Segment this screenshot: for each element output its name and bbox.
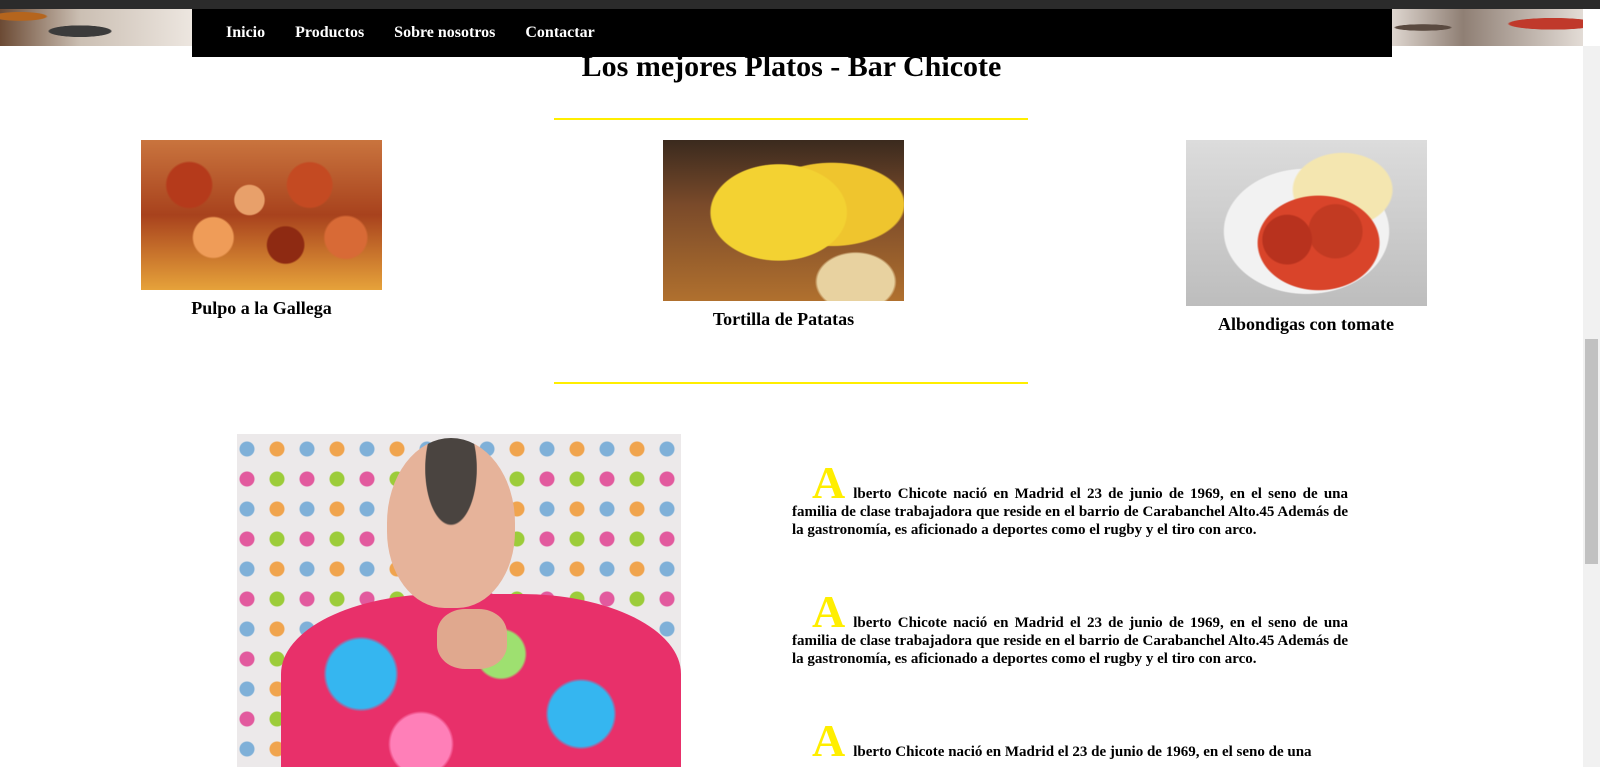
bio-text: lberto Chicote nació en Madrid el 23 de … <box>792 615 1348 667</box>
chef-hand <box>437 609 507 669</box>
nav-link-contactar[interactable]: Contactar <box>525 24 594 41</box>
nav-link-productos[interactable]: Productos <box>295 24 364 41</box>
chef-portrait <box>237 434 681 767</box>
divider-bottom <box>554 382 1028 384</box>
nav-item-inicio: Inicio <box>226 24 265 42</box>
nav-item-productos: Productos <box>295 24 364 42</box>
drop-cap: A <box>812 457 846 508</box>
nav-link-inicio[interactable]: Inicio <box>226 24 265 41</box>
dish-label-albondigas: Albondigas con tomate <box>1217 314 1394 334</box>
dish-photo-albondigas <box>1185 140 1427 306</box>
dish-label-tortilla: Tortilla de Patatas <box>712 309 855 329</box>
chef-head <box>387 438 515 608</box>
browser-top-edge <box>0 0 1600 9</box>
dish-card-tortilla: Tortilla de Patatas <box>663 140 904 330</box>
bio-text: lberto Chicote nació en Madrid el 23 de … <box>853 744 1312 760</box>
page-scrollbar[interactable] <box>1583 46 1600 767</box>
bio-paragraph: Alberto Chicote nació en Madrid el 23 de… <box>792 589 1348 668</box>
dish-label-pulpo: Pulpo a la Gallega <box>191 298 332 318</box>
bio-text: lberto Chicote nació en Madrid el 23 de … <box>792 486 1348 538</box>
bio-paragraph: Alberto Chicote nació en Madrid el 23 de… <box>792 718 1348 764</box>
dish-photo-pulpo <box>141 140 382 290</box>
dish-card-pulpo: Pulpo a la Gallega <box>141 140 382 319</box>
drop-cap: A <box>812 715 846 766</box>
dishes-section-title: Los mejores Platos - Bar Chicote <box>581 50 1002 83</box>
dish-card-albondigas: Albondigas con tomate <box>1185 140 1427 335</box>
banner-image-right <box>1383 9 1583 46</box>
divider-top <box>554 118 1028 120</box>
bio-paragraph: Alberto Chicote nació en Madrid el 23 de… <box>792 460 1348 539</box>
nav-link-sobre-nosotros[interactable]: Sobre nosotros <box>394 24 495 41</box>
banner-image-left <box>0 9 200 46</box>
drop-cap: A <box>812 586 846 637</box>
nav-item-sobre-nosotros: Sobre nosotros <box>394 24 495 42</box>
dish-photo-tortilla <box>663 140 904 301</box>
nav-item-contactar: Contactar <box>525 24 594 42</box>
scrollbar-thumb[interactable] <box>1585 339 1598 564</box>
